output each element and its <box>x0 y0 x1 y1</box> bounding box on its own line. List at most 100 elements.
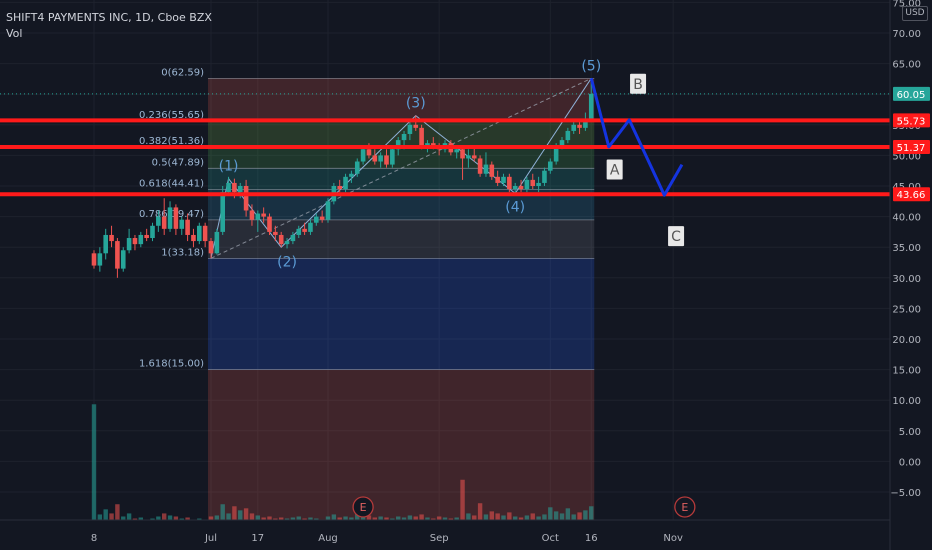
volume-bar <box>407 515 413 520</box>
y-tick-label: 0.00 <box>899 457 921 468</box>
x-tick-label: Jul <box>204 533 217 544</box>
fib-zone <box>208 168 595 190</box>
y-tick-label: 25.00 <box>892 304 921 315</box>
candle-body <box>278 234 284 245</box>
fib-level-label: 0(62.59) <box>161 67 204 78</box>
volume-bar <box>302 518 307 520</box>
y-tick-label: 15.00 <box>892 366 921 377</box>
candle-body <box>501 176 506 183</box>
candle-body <box>495 176 500 183</box>
volume-bar <box>448 518 454 520</box>
candle-body <box>372 155 378 162</box>
plot-area[interactable]: 0(62.59)0.236(55.65)0.382(51.36)0.5(47.8… <box>0 0 890 523</box>
volume-bar <box>431 518 436 520</box>
candle-body <box>237 186 243 193</box>
candle-body <box>161 216 167 229</box>
candle-body <box>483 164 489 174</box>
abc-projection-path[interactable] <box>589 77 684 197</box>
candle-body <box>360 149 366 162</box>
level-price-flag[interactable]: 51.37 <box>893 140 930 155</box>
level-price-flag[interactable]: 55.73 <box>893 113 930 128</box>
candle-body <box>454 149 459 153</box>
candle-body <box>120 250 126 269</box>
candle-body <box>460 149 465 159</box>
candle-body <box>208 241 214 254</box>
y-tick-label: 40.00 <box>892 213 921 224</box>
y-tick-label: 5.00 <box>899 427 921 438</box>
last-price-flag-text: 60.05 <box>897 90 926 101</box>
candle-body <box>214 231 220 254</box>
candle-body <box>103 234 108 254</box>
candle-body <box>220 192 225 232</box>
volume-bar <box>390 518 395 520</box>
y-tick-label: 20.00 <box>892 335 921 346</box>
volume-bar <box>507 512 512 520</box>
candle-body <box>571 124 576 131</box>
candle-body <box>319 216 325 220</box>
volume-bar <box>249 513 255 520</box>
volume-bar <box>91 404 97 520</box>
x-tick-label: Oct <box>542 533 559 544</box>
fib-level-label: 1.618(15.00) <box>139 359 204 370</box>
volume-bar <box>126 513 132 520</box>
candle-body <box>366 149 372 156</box>
candle-body <box>273 231 278 235</box>
volume-bar <box>460 479 465 520</box>
x-tick-label: Sep <box>430 533 449 544</box>
candle-body <box>156 216 161 226</box>
volume-bar <box>331 514 337 520</box>
earnings-letter: E <box>681 501 688 514</box>
y-tick-label: 70.00 <box>892 29 921 40</box>
volume-bar <box>466 513 471 520</box>
candle-body <box>173 207 179 229</box>
fib-level-label: 1(33.18) <box>161 247 204 258</box>
candle-body <box>191 234 196 242</box>
volume-bar <box>226 513 231 520</box>
y-tick-label: 35.00 <box>892 243 921 254</box>
candle-body <box>150 225 155 239</box>
candle-body <box>536 182 541 186</box>
level-price-flag-text: 55.73 <box>897 116 926 127</box>
volume-bar <box>273 518 278 520</box>
candle-body <box>261 213 266 217</box>
y-tick-label: −5.00 <box>890 488 921 499</box>
candle-body <box>308 222 313 232</box>
level-price-flag[interactable]: 43.66 <box>893 187 930 202</box>
volume-indicator-label[interactable]: Vol <box>6 27 22 40</box>
candle-body <box>512 186 518 190</box>
price-chart[interactable]: 0(62.59)0.236(55.65)0.382(51.36)0.5(47.8… <box>0 0 932 550</box>
last-price-flag[interactable]: 60.05 <box>893 86 930 101</box>
candle-body <box>132 238 138 245</box>
earnings-letter: E <box>360 501 367 514</box>
earnings-marker[interactable]: E <box>352 496 374 518</box>
candle-body <box>126 238 132 251</box>
fib-level-label: 0.5(47.89) <box>152 157 204 168</box>
candle-body <box>302 228 307 232</box>
x-tick-label: Aug <box>318 533 338 544</box>
candle-body <box>243 186 249 211</box>
candle-body <box>466 155 471 159</box>
candle-body <box>337 186 342 190</box>
candle-body <box>419 127 424 147</box>
volume-bar <box>501 515 506 520</box>
volume-bar <box>284 518 290 520</box>
x-tick-label: 16 <box>585 533 598 544</box>
volume-bar <box>197 518 202 520</box>
wave-label: (3) <box>406 96 426 112</box>
volume-bar <box>97 514 103 520</box>
candle-body <box>138 234 144 245</box>
candle-body <box>407 124 413 134</box>
candle-body <box>524 179 530 190</box>
candle-body <box>314 216 319 223</box>
volume-bar <box>559 513 565 520</box>
candle-body <box>530 179 536 186</box>
volume-bar <box>419 514 424 520</box>
candle-body <box>349 173 354 177</box>
earnings-marker[interactable]: E <box>674 496 696 518</box>
fib-zone <box>208 369 595 520</box>
candle-body <box>296 228 302 235</box>
currency-badge[interactable]: USD <box>902 6 928 21</box>
volume-bar <box>542 514 547 520</box>
volume-bar <box>530 513 535 520</box>
candle-body <box>548 161 553 171</box>
